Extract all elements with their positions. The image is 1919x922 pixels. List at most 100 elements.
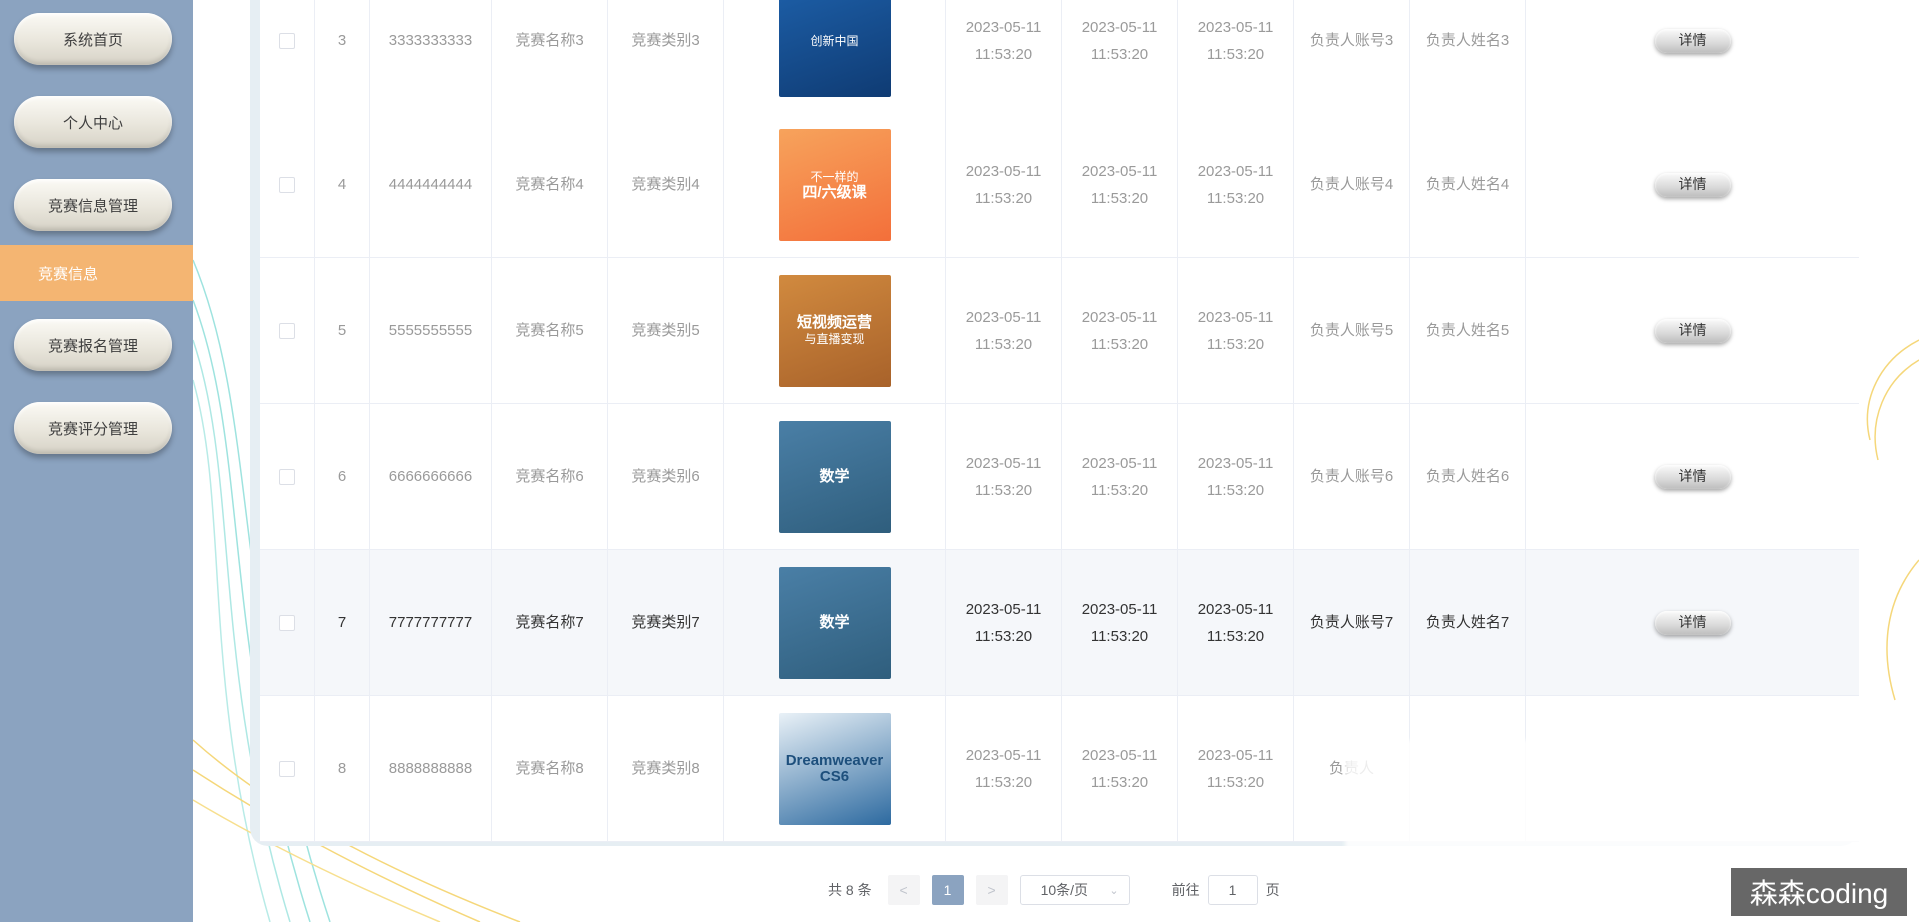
cover-cell: 不一样的 四/六级课 xyxy=(724,112,946,257)
cell-date: 2023-05-11 xyxy=(1081,162,1158,180)
sidebar-item-home[interactable]: 系统首页 xyxy=(14,13,172,65)
cell-time: 11:53:20 xyxy=(1206,627,1265,645)
row-checkbox[interactable] xyxy=(279,322,295,339)
row-select-cell xyxy=(260,0,315,113)
cell-category: 竞赛类别8 xyxy=(608,696,724,841)
cover-cell: 数学 xyxy=(724,550,946,695)
cell-index: 5 xyxy=(315,258,370,403)
detail-button[interactable]: 详情 xyxy=(1654,610,1731,635)
cell-time: 11:53:20 xyxy=(1090,335,1149,353)
cell-date: 2023-05-11 xyxy=(1197,600,1274,618)
cell-account: 负责人账号6 xyxy=(1294,404,1410,549)
cell-time: 11:53:20 xyxy=(1090,481,1149,499)
action-cell: 详情 xyxy=(1526,0,1859,113)
cell-category: 竞赛类别4 xyxy=(608,112,724,257)
cell-category: 竞赛类别5 xyxy=(608,258,724,403)
cover-image: Dreamweaver CS6 xyxy=(778,712,891,825)
cell-date: 2023-05-11 xyxy=(1081,308,1158,326)
sidebar-item-scoring-management[interactable]: 竞赛评分管理 xyxy=(14,402,172,454)
sidebar-item-competition-management[interactable]: 竞赛信息管理 xyxy=(14,179,172,231)
table-row[interactable]: 3 3333333333 竞赛名称3 竞赛类别3 创新中国 2023-05-11 11:53… xyxy=(260,0,1859,114)
detail-button[interactable]: 详情 xyxy=(1654,464,1731,489)
cell-date: 2023-05-11 xyxy=(1081,18,1158,36)
prev-page-button[interactable]: < xyxy=(887,875,920,905)
cell-start: 2023-05-11 11:53:20 xyxy=(946,0,1062,113)
cell-created: 2023-05-11 11:53:20 xyxy=(1178,404,1294,549)
row-checkbox[interactable] xyxy=(279,176,295,193)
cell-date: 2023-05-11 xyxy=(1197,746,1274,764)
cell-code: 4444444444 xyxy=(370,112,492,257)
chevron-down-icon: ⌄ xyxy=(1109,884,1119,897)
row-select-cell xyxy=(260,404,315,549)
cell-time: 11:53:20 xyxy=(1206,335,1265,353)
sidebar: 系统首页 个人中心 竞赛信息管理 竞赛信息 竞赛报名管理 竞赛评分管理 xyxy=(0,0,193,922)
cell-date: 2023-05-11 xyxy=(965,454,1042,472)
cell-category: 竞赛类别6 xyxy=(608,404,724,549)
cell-date: 2023-05-11 xyxy=(965,162,1042,180)
row-checkbox[interactable] xyxy=(279,468,295,485)
cell-owner: 负责人姓名4 xyxy=(1410,112,1526,257)
cover-text: Dreamweaver CS6 xyxy=(785,751,884,785)
page-number-current[interactable]: 1 xyxy=(931,875,964,905)
detail-button[interactable]: 详情 xyxy=(1654,172,1731,197)
goto-page-input[interactable] xyxy=(1207,875,1258,905)
cell-date: 2023-05-11 xyxy=(1081,600,1158,618)
cell-owner: 负责人姓名5 xyxy=(1410,258,1526,403)
cell-category: 竞赛类别7 xyxy=(608,550,724,695)
cell-name: 竞赛名称3 xyxy=(492,0,608,113)
cover-text: 创新中国 xyxy=(810,33,859,48)
row-checkbox[interactable] xyxy=(279,614,295,631)
detail-button[interactable]: 详情 xyxy=(1654,318,1731,343)
row-select-cell xyxy=(260,258,315,403)
cell-start: 2023-05-11 11:53:20 xyxy=(946,550,1062,695)
blur-overlay xyxy=(1345,740,1875,850)
cell-account: 负责人账号4 xyxy=(1294,112,1410,257)
cell-time: 11:53:20 xyxy=(974,627,1033,645)
table-row[interactable]: 7 7777777777 竞赛名称7 竞赛类别7 数学 2023-05-11 11:53:2… xyxy=(260,550,1859,696)
cell-index: 3 xyxy=(315,0,370,113)
cover-image: 数学 xyxy=(778,420,891,533)
cell-name: 竞赛名称5 xyxy=(492,258,608,403)
cell-name: 竞赛名称4 xyxy=(492,112,608,257)
cover-text: 短视频运营 xyxy=(796,313,872,331)
page-size-label: 10条/页 xyxy=(1040,882,1089,898)
cover-image: 短视频运营 与直播变现 xyxy=(778,274,891,387)
row-checkbox[interactable] xyxy=(279,760,295,777)
row-select-cell xyxy=(260,696,315,841)
cell-created: 2023-05-11 11:53:20 xyxy=(1178,258,1294,403)
detail-button[interactable]: 详情 xyxy=(1654,28,1731,53)
cell-time: 11:53:20 xyxy=(974,481,1033,499)
cell-date: 2023-05-11 xyxy=(965,600,1042,618)
cell-index: 4 xyxy=(315,112,370,257)
cell-start: 2023-05-11 11:53:20 xyxy=(946,696,1062,841)
cover-cell: 短视频运营 与直播变现 xyxy=(724,258,946,403)
cell-code: 7777777777 xyxy=(370,550,492,695)
cell-end: 2023-05-11 11:53:20 xyxy=(1062,550,1178,695)
table-row[interactable]: 5 5555555555 竞赛名称5 竞赛类别5 短视频运营 与直播变现 2023-05-1… xyxy=(260,258,1859,404)
page-size-select[interactable]: 10条/页 ⌄ xyxy=(1019,875,1130,905)
cell-start: 2023-05-11 11:53:20 xyxy=(946,404,1062,549)
cover-text: 与直播变现 xyxy=(804,331,865,346)
cell-owner: 负责人姓名3 xyxy=(1410,0,1526,113)
cover-cell: 数学 xyxy=(724,404,946,549)
action-cell: 详情 xyxy=(1526,550,1859,695)
action-cell: 详情 xyxy=(1526,112,1859,257)
cell-date: 2023-05-11 xyxy=(1197,308,1274,326)
cell-time: 11:53:20 xyxy=(1090,773,1149,791)
sidebar-item-competition-info[interactable]: 竞赛信息 xyxy=(0,245,193,301)
cell-created: 2023-05-11 11:53:20 xyxy=(1178,0,1294,113)
cell-time: 11:53:20 xyxy=(1090,45,1149,63)
cell-code: 3333333333 xyxy=(370,0,492,113)
table-row[interactable]: 4 4444444444 竞赛名称4 竞赛类别4 不一样的 四/六级课 2023-05-11… xyxy=(260,112,1859,258)
cell-time: 11:53:20 xyxy=(974,773,1033,791)
table-row[interactable]: 6 6666666666 竞赛名称6 竞赛类别6 数学 2023-05-11 11:53:2… xyxy=(260,404,1859,550)
next-page-button[interactable]: > xyxy=(975,875,1008,905)
sidebar-item-registration-management[interactable]: 竞赛报名管理 xyxy=(14,319,172,371)
sidebar-item-profile[interactable]: 个人中心 xyxy=(14,96,172,148)
cover-cell: Dreamweaver CS6 xyxy=(724,696,946,841)
row-checkbox[interactable] xyxy=(279,32,295,49)
cell-date: 2023-05-11 xyxy=(1197,162,1274,180)
cell-created: 2023-05-11 11:53:20 xyxy=(1178,550,1294,695)
action-cell: 详情 xyxy=(1526,258,1859,403)
cell-index: 6 xyxy=(315,404,370,549)
